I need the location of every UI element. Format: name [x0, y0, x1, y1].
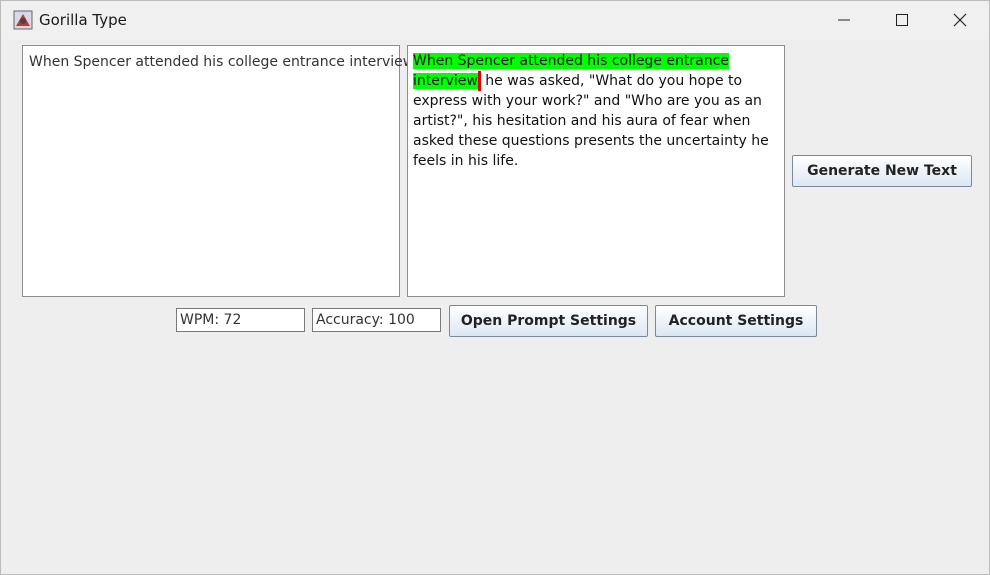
app-icon: [13, 10, 33, 30]
open-prompt-settings-button[interactable]: Open Prompt Settings: [449, 305, 648, 337]
typing-input-area[interactable]: When Spencer attended his college entran…: [22, 45, 414, 297]
maximize-icon: [896, 14, 908, 26]
wpm-field: WPM: 72: [176, 308, 305, 332]
account-settings-button[interactable]: Account Settings: [655, 305, 817, 337]
close-button[interactable]: [937, 1, 983, 39]
prompt-text-area: When Spencer attended his college entran…: [407, 45, 785, 297]
maximize-button[interactable]: [879, 1, 925, 39]
typed-text: When Spencer attended his college entran…: [29, 54, 415, 70]
prompt-text: When Spencer attended his college entran…: [413, 51, 778, 171]
title-bar[interactable]: Gorilla Type: [1, 1, 989, 39]
window-title: Gorilla Type: [39, 11, 127, 29]
close-icon: [953, 13, 967, 27]
minimize-icon: [838, 19, 850, 21]
minimize-button[interactable]: [821, 1, 867, 39]
accuracy-field: Accuracy: 100: [312, 308, 441, 332]
generate-new-text-button[interactable]: Generate New Text: [792, 155, 972, 187]
app-window: Gorilla Type When Spencer attended his c…: [0, 0, 990, 575]
